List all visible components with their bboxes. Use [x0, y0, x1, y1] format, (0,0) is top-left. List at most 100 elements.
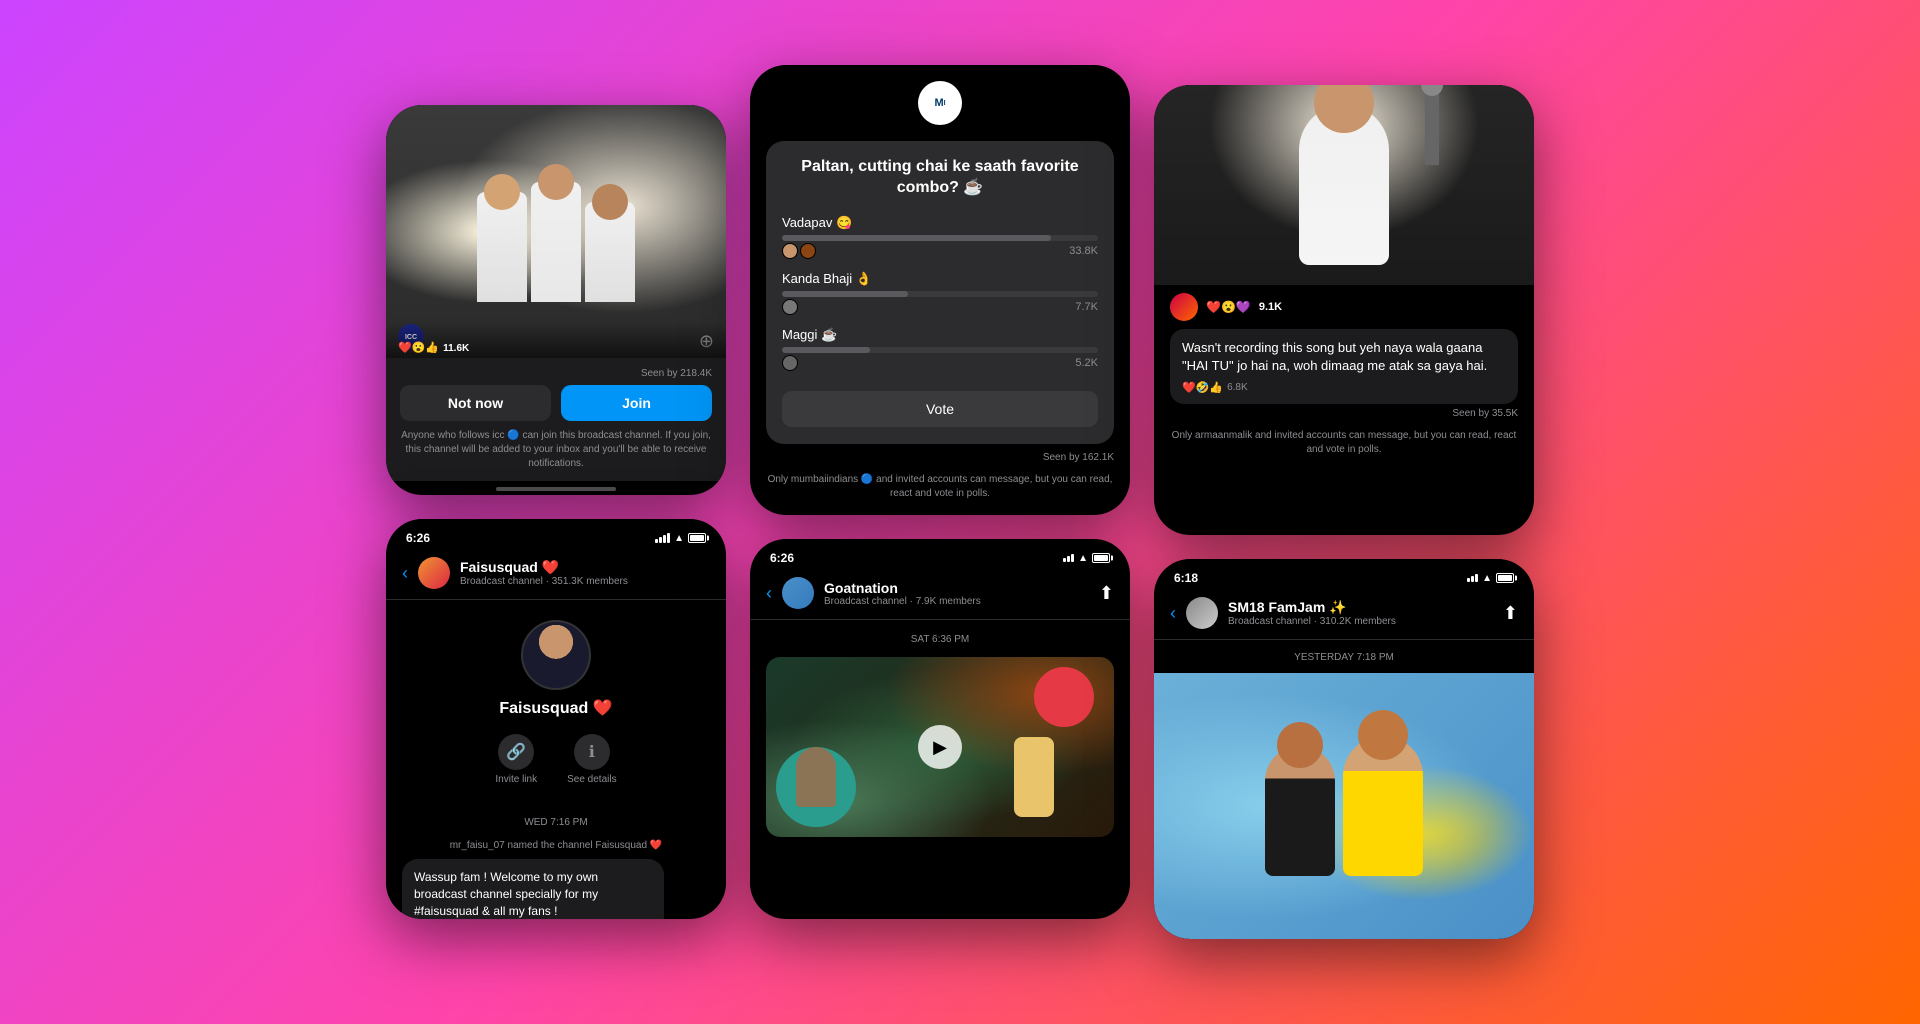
armaan-message-bubble: Wasn't recording this song but yeh naya … [1170, 329, 1518, 404]
maggi-avatar-1 [782, 355, 798, 371]
sm18-signal-bars [1467, 574, 1478, 582]
bg-rect-yellow [1014, 737, 1054, 817]
faisu-profile-section: Faisusquad ❤️ 🔗 Invite link ℹ See detail… [386, 600, 726, 803]
invite-link-icon: 🔗 [498, 734, 534, 770]
not-now-button[interactable]: Not now [400, 385, 551, 421]
goat-back-button[interactable]: ‹ [766, 583, 772, 604]
goat-signal-bars [1063, 554, 1074, 562]
poll-option-kanda[interactable]: Kanda Bhaji 👌 7.7K [782, 271, 1098, 315]
faisu-time: 6:26 [406, 531, 430, 545]
faisu-chat-header: ‹ Faisusquad ❤️ Broadcast channel · 351.… [386, 551, 726, 600]
faisu-avatar [521, 620, 591, 690]
goat-channel-sub: Broadcast channel · 7.9K members [824, 596, 1089, 607]
faisu-channel-sub: Broadcast channel · 351.3K members [460, 576, 710, 587]
kanda-bar-bg [782, 291, 1098, 297]
back-button[interactable]: ‹ [402, 563, 408, 584]
goat-share-icon[interactable]: ⬆ [1099, 583, 1114, 604]
armaan-reactions-row: ❤️😮💜 9.1K [1154, 285, 1534, 329]
faisu-profile-name: Faisusquad ❤️ [499, 698, 612, 718]
vadapav-count: 33.8K [1069, 245, 1098, 257]
vadapav-label: Vadapav 😋 [782, 215, 1098, 231]
signal-bar-3 [663, 535, 666, 543]
icc-image: ICC ⊕ ❤️😮👍 11.6K [386, 105, 726, 358]
faisu-channel-name: Faisusquad ❤️ [460, 559, 710, 576]
invite-link-action[interactable]: 🔗 Invite link [495, 734, 537, 785]
armaan-figure [1154, 85, 1534, 285]
armaan-reaction-count: 9.1K [1259, 301, 1282, 313]
icc-phone: ICC ⊕ ❤️😮👍 11.6K Seen by 218.4K Not n [386, 105, 726, 495]
poll-option-vadapav[interactable]: Vadapav 😋 33.8K [782, 215, 1098, 259]
armaan-channel-avatar [1170, 293, 1198, 321]
mi-logo-sub: I [944, 100, 946, 107]
battery-fill [690, 535, 704, 541]
goat-video-bg: ▶ [766, 657, 1114, 837]
faisu-bubble-1: Wassup fam ! Welcome to my own broadcast… [402, 859, 664, 919]
armaan-msg-reaction-count: 6.8K [1227, 382, 1248, 393]
sm18-battery-fill [1498, 575, 1512, 581]
sm18-share-icon[interactable]: ⬆ [1503, 603, 1518, 624]
invite-link-label: Invite link [495, 774, 537, 785]
sm18-back-button[interactable]: ‹ [1170, 603, 1176, 624]
sm18-battery [1496, 573, 1514, 583]
cat-body [796, 747, 836, 807]
armaan-message-text: Wasn't recording this song but yeh naya … [1182, 339, 1506, 375]
faisu-system-msg: mr_faisu_07 named the channel Faisusquad… [402, 840, 710, 851]
faisu-phone: 6:26 ▲ ‹ [386, 519, 726, 919]
home-indicator [496, 487, 616, 491]
sm18-phone: 6:18 ▲ ‹ [1154, 559, 1534, 939]
sm18-status-icons: ▲ [1467, 573, 1514, 584]
icc-seen-by: Seen by 218.4K [400, 368, 712, 379]
vadapav-bar-fill [782, 235, 1051, 241]
sm18-channel-name: SM18 FamJam ✨ [1228, 599, 1493, 616]
goat-chat-header: ‹ Goatnation Broadcast channel · 7.9K me… [750, 571, 1130, 620]
avatar-2 [800, 243, 816, 259]
sm18-wifi-icon: ▲ [1482, 573, 1492, 584]
faisu-actions: 🔗 Invite link ℹ See details [495, 734, 616, 785]
faisu-header-avatar [418, 557, 450, 589]
goat-date-label: SAT 6:36 PM [766, 634, 1114, 645]
vadapav-bar-bg [782, 235, 1098, 241]
goat-header-info: Goatnation Broadcast channel · 7.9K memb… [824, 580, 1089, 607]
armaan-msg-reactions: ❤️🤣👍 6.8K [1182, 381, 1506, 394]
poll-option-maggi[interactable]: Maggi ☕ 5.2K [782, 327, 1098, 371]
mi-header: M I [750, 65, 1130, 141]
sm18-sig-3 [1475, 574, 1478, 582]
sm18-image [1154, 673, 1534, 939]
armaan-image [1154, 85, 1534, 285]
kanda-count: 7.7K [1075, 301, 1098, 313]
signal-bar-1 [655, 539, 658, 543]
bg-circle-red [1034, 667, 1094, 727]
vote-button[interactable]: Vote [782, 391, 1098, 427]
icc-reaction-count: 11.6K [443, 343, 469, 354]
goat-status-icons: ▲ [1063, 553, 1110, 564]
goat-sig-3 [1071, 554, 1074, 562]
maggi-label: Maggi ☕ [782, 327, 1098, 343]
armaan-msg-reaction-emojis: ❤️🤣👍 [1182, 381, 1223, 394]
armaan-seen-by: Seen by 35.5K [1154, 404, 1534, 423]
maggi-bar-fill [782, 347, 870, 353]
sm18-time: 6:18 [1174, 571, 1198, 585]
see-details-icon: ℹ [574, 734, 610, 770]
sm18-date-label: YESTERDAY 7:18 PM [1154, 644, 1534, 669]
armaan-reaction-emojis: ❤️😮💜 [1206, 300, 1251, 314]
sm18-image-content [1154, 673, 1534, 939]
sm18-sig-2 [1471, 576, 1474, 582]
join-button[interactable]: Join [561, 385, 712, 421]
sm18-status-bar: 6:18 ▲ [1154, 559, 1534, 591]
goat-wifi-icon: ▲ [1078, 553, 1088, 564]
goat-battery-fill [1094, 555, 1108, 561]
play-button[interactable]: ▶ [918, 725, 962, 769]
faisu-date-label: WED 7:16 PM [402, 817, 710, 828]
see-details-action[interactable]: ℹ See details [567, 734, 616, 785]
maggi-avatars [782, 355, 798, 371]
goat-channel-name: Goatnation [824, 580, 1089, 596]
goat-messages: SAT 6:36 PM ▶ [750, 620, 1130, 919]
vadapav-right: 33.8K [782, 243, 1098, 259]
goat-video-thumbnail[interactable]: ▶ [766, 657, 1114, 837]
goat-channel-avatar [782, 577, 814, 609]
icc-buttons: Not now Join [400, 385, 712, 421]
kanda-right: 7.7K [782, 299, 1098, 315]
goat-time: 6:26 [770, 551, 794, 565]
mi-phone: M I Paltan, cutting chai ke saath favori… [750, 65, 1130, 515]
icc-description: Anyone who follows icc 🔵 can join this b… [400, 429, 712, 471]
